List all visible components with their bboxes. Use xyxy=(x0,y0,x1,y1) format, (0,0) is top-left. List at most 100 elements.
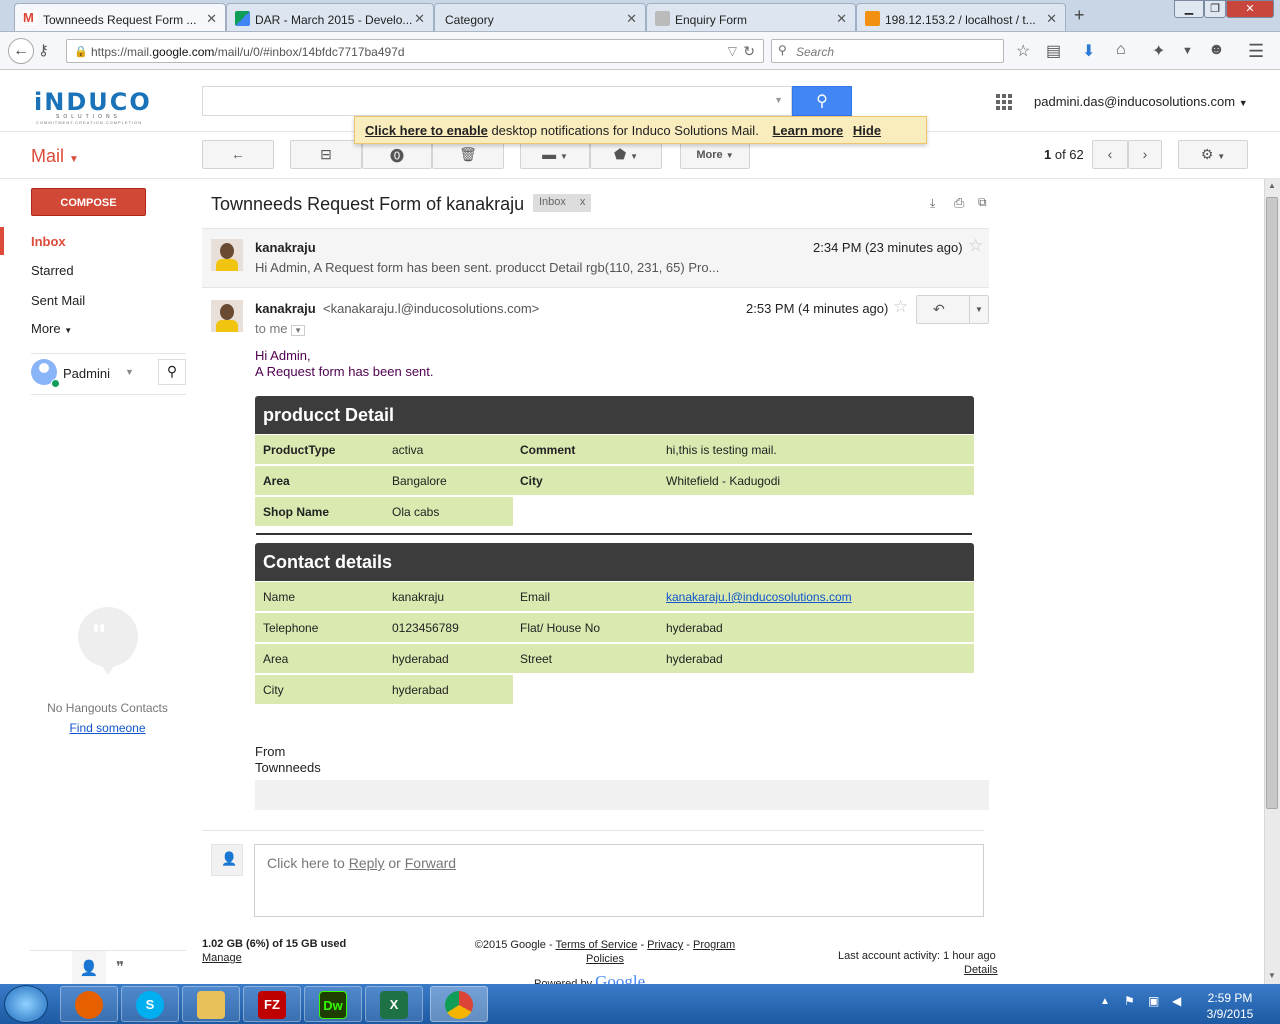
tab-dar[interactable]: DAR - March 2015 - Develo... ✕ xyxy=(226,3,434,31)
compose-button[interactable]: COMPOSE xyxy=(31,188,146,216)
star-icon[interactable]: ☆ xyxy=(893,297,908,317)
delete-button[interactable]: 🗑 xyxy=(432,140,504,169)
learn-more-link[interactable]: Learn more xyxy=(772,123,843,138)
scroll-up-icon[interactable]: ▲ xyxy=(1268,181,1276,190)
taskbar-filezilla[interactable]: FZ xyxy=(243,986,301,1022)
close-icon[interactable]: ✕ xyxy=(414,11,425,27)
field-value: kanakraju xyxy=(392,590,445,604)
contacts-tab-icon[interactable]: 👤 xyxy=(72,951,106,984)
settings-button[interactable]: ⚙ ▼ xyxy=(1178,140,1248,169)
taskbar-dreamweaver[interactable]: Dw xyxy=(304,986,362,1022)
move-to-button[interactable]: ▬ ▼ xyxy=(520,140,590,169)
bookmark-star-icon[interactable]: ☆ xyxy=(1016,41,1030,61)
email-link[interactable]: kanakaraju.l@inducosolutions.com xyxy=(666,590,852,604)
tab-phpmyadmin[interactable]: 198.12.153.2 / localhost / t... ✕ xyxy=(856,3,1066,31)
field-value: activa xyxy=(392,443,424,457)
scroll-down-icon[interactable]: ▼ xyxy=(1268,971,1276,980)
newer-button[interactable]: ‹ xyxy=(1092,140,1128,169)
close-icon[interactable]: ✕ xyxy=(1046,11,1057,27)
new-tab-icon[interactable]: + xyxy=(1074,5,1085,26)
dropdown-icon[interactable]: ▽ xyxy=(728,44,737,58)
chat-icon[interactable]: ☻ xyxy=(1208,41,1225,59)
sidebar-item-sent-mail[interactable]: Sent Mail xyxy=(31,293,85,308)
windows-start-icon[interactable] xyxy=(4,985,48,1023)
labels-button[interactable]: ⬟ ▼ xyxy=(590,140,662,169)
taskbar-explorer[interactable] xyxy=(182,986,240,1022)
tab-gmail[interactable]: M Townneeds Request Form ... ✕ xyxy=(14,3,226,31)
find-someone-link[interactable]: Find someone xyxy=(30,721,185,735)
taskbar-skype[interactable]: S xyxy=(121,986,179,1022)
reply-link[interactable]: Reply xyxy=(349,855,385,871)
taskbar-excel[interactable]: X xyxy=(365,986,423,1022)
hide-link[interactable]: Hide xyxy=(853,123,881,138)
privacy-link[interactable]: Privacy xyxy=(647,939,683,951)
mail-search-button[interactable]: ⚲ xyxy=(792,86,852,116)
manage-storage-link[interactable]: Manage xyxy=(202,952,242,964)
reading-list-icon[interactable]: ▤ xyxy=(1046,41,1061,61)
manage-link[interactable]: Manage xyxy=(202,952,242,964)
tab-category[interactable]: Category ✕ xyxy=(434,3,646,31)
back-to-inbox-button[interactable]: ← xyxy=(202,140,274,169)
enable-notifications-link[interactable]: Click here to enable xyxy=(365,123,488,138)
terms-link[interactable]: Terms of Service xyxy=(555,939,637,951)
sidebar-item-starred[interactable]: Starred xyxy=(31,263,74,278)
home-icon[interactable]: ⌂ xyxy=(1116,41,1126,59)
tray-volume-icon[interactable]: ◀ xyxy=(1172,994,1181,1008)
message-collapsed[interactable] xyxy=(202,228,989,288)
browser-search-input[interactable]: ⚲ Search xyxy=(771,39,1004,63)
older-button[interactable]: › xyxy=(1128,140,1162,169)
mail-switcher[interactable]: Mail ▼ xyxy=(31,146,79,167)
close-icon[interactable]: ✕ xyxy=(836,11,847,27)
close-icon[interactable]: ✕ xyxy=(626,11,637,27)
print-icon[interactable]: ⎙ xyxy=(954,195,964,211)
account-menu[interactable]: padmini.das@inducosolutions.com ▼ xyxy=(1034,94,1248,109)
expand-all-icon[interactable]: ⤓ xyxy=(930,196,935,211)
sidebar-item-inbox[interactable]: Inbox xyxy=(31,234,66,249)
reply-box[interactable]: Click here to Reply or Forward xyxy=(254,844,984,917)
tray-expand-icon[interactable]: ▲ xyxy=(1100,996,1110,1007)
chevron-down-icon[interactable]: ▼ xyxy=(975,305,983,314)
search-icon: ⚲ xyxy=(778,43,787,57)
report-spam-button[interactable]: ⓿ xyxy=(362,140,432,169)
chevron-down-icon[interactable]: ▼ xyxy=(1182,45,1193,57)
close-icon[interactable]: ✕ xyxy=(206,11,217,27)
apps-grid-icon[interactable] xyxy=(996,94,1012,110)
window-close-icon[interactable]: ✕ xyxy=(1226,0,1274,18)
sidebar-item-more[interactable]: More ▼ xyxy=(31,321,72,336)
menu-icon[interactable]: ☰ xyxy=(1248,41,1264,62)
recipient-line[interactable]: to me ▼ xyxy=(255,321,306,336)
induco-logo[interactable]: iNDUCO SOLUTIONS COMMITMENT.CREATION.COM… xyxy=(30,76,172,128)
url-bar[interactable]: 🔒 https://mail.google.com/mail/u/0/#inbo… xyxy=(66,39,764,63)
addon-icon[interactable]: ✦ xyxy=(1152,41,1165,61)
chevron-down-icon[interactable]: ▼ xyxy=(125,367,134,377)
tray-network-icon[interactable]: ▣ xyxy=(1148,994,1159,1008)
activity-details-link[interactable]: Details xyxy=(964,964,998,976)
reload-icon[interactable]: ↻ xyxy=(743,43,755,60)
archive-button[interactable]: ⊟ xyxy=(290,140,362,169)
maximize-icon[interactable]: ❐ xyxy=(1204,0,1226,18)
tray-flag-icon[interactable]: ⚑ xyxy=(1124,994,1135,1008)
forward-link[interactable]: Forward xyxy=(405,855,456,871)
hangouts-search-button[interactable]: ⚲ xyxy=(158,359,186,385)
search-options-icon[interactable]: ▼ xyxy=(774,95,783,105)
inbox-label-chip[interactable]: Inbox x xyxy=(533,194,592,212)
star-icon[interactable]: ☆ xyxy=(968,236,983,256)
remove-label-icon[interactable]: x xyxy=(580,196,586,208)
download-icon[interactable]: ⬇ xyxy=(1082,41,1095,61)
more-button[interactable]: More ▼ xyxy=(680,140,750,169)
taskbar-clock[interactable]: 2:59 PM 3/9/2015 xyxy=(1190,990,1270,1022)
minimize-icon[interactable]: ▁ xyxy=(1174,0,1204,18)
taskbar-firefox[interactable] xyxy=(60,986,118,1022)
back-icon[interactable]: ← xyxy=(8,38,34,64)
show-details-icon[interactable]: ▼ xyxy=(291,325,306,336)
hangout-username[interactable]: Padmini xyxy=(63,366,110,381)
mail-search-input[interactable]: ▼ xyxy=(202,86,792,116)
scrollbar-thumb[interactable] xyxy=(1266,197,1278,809)
hangouts-tab-icon[interactable]: ❞ xyxy=(116,958,124,976)
reply-button[interactable]: ↶ ▼ xyxy=(916,295,989,324)
taskbar-chrome[interactable] xyxy=(430,986,488,1022)
details-link[interactable]: Details xyxy=(964,964,998,976)
new-window-icon[interactable]: ⧉ xyxy=(978,195,987,210)
tab-enquiry[interactable]: Enquiry Form ✕ xyxy=(646,3,856,31)
sidebar-item-label: More xyxy=(31,321,61,336)
